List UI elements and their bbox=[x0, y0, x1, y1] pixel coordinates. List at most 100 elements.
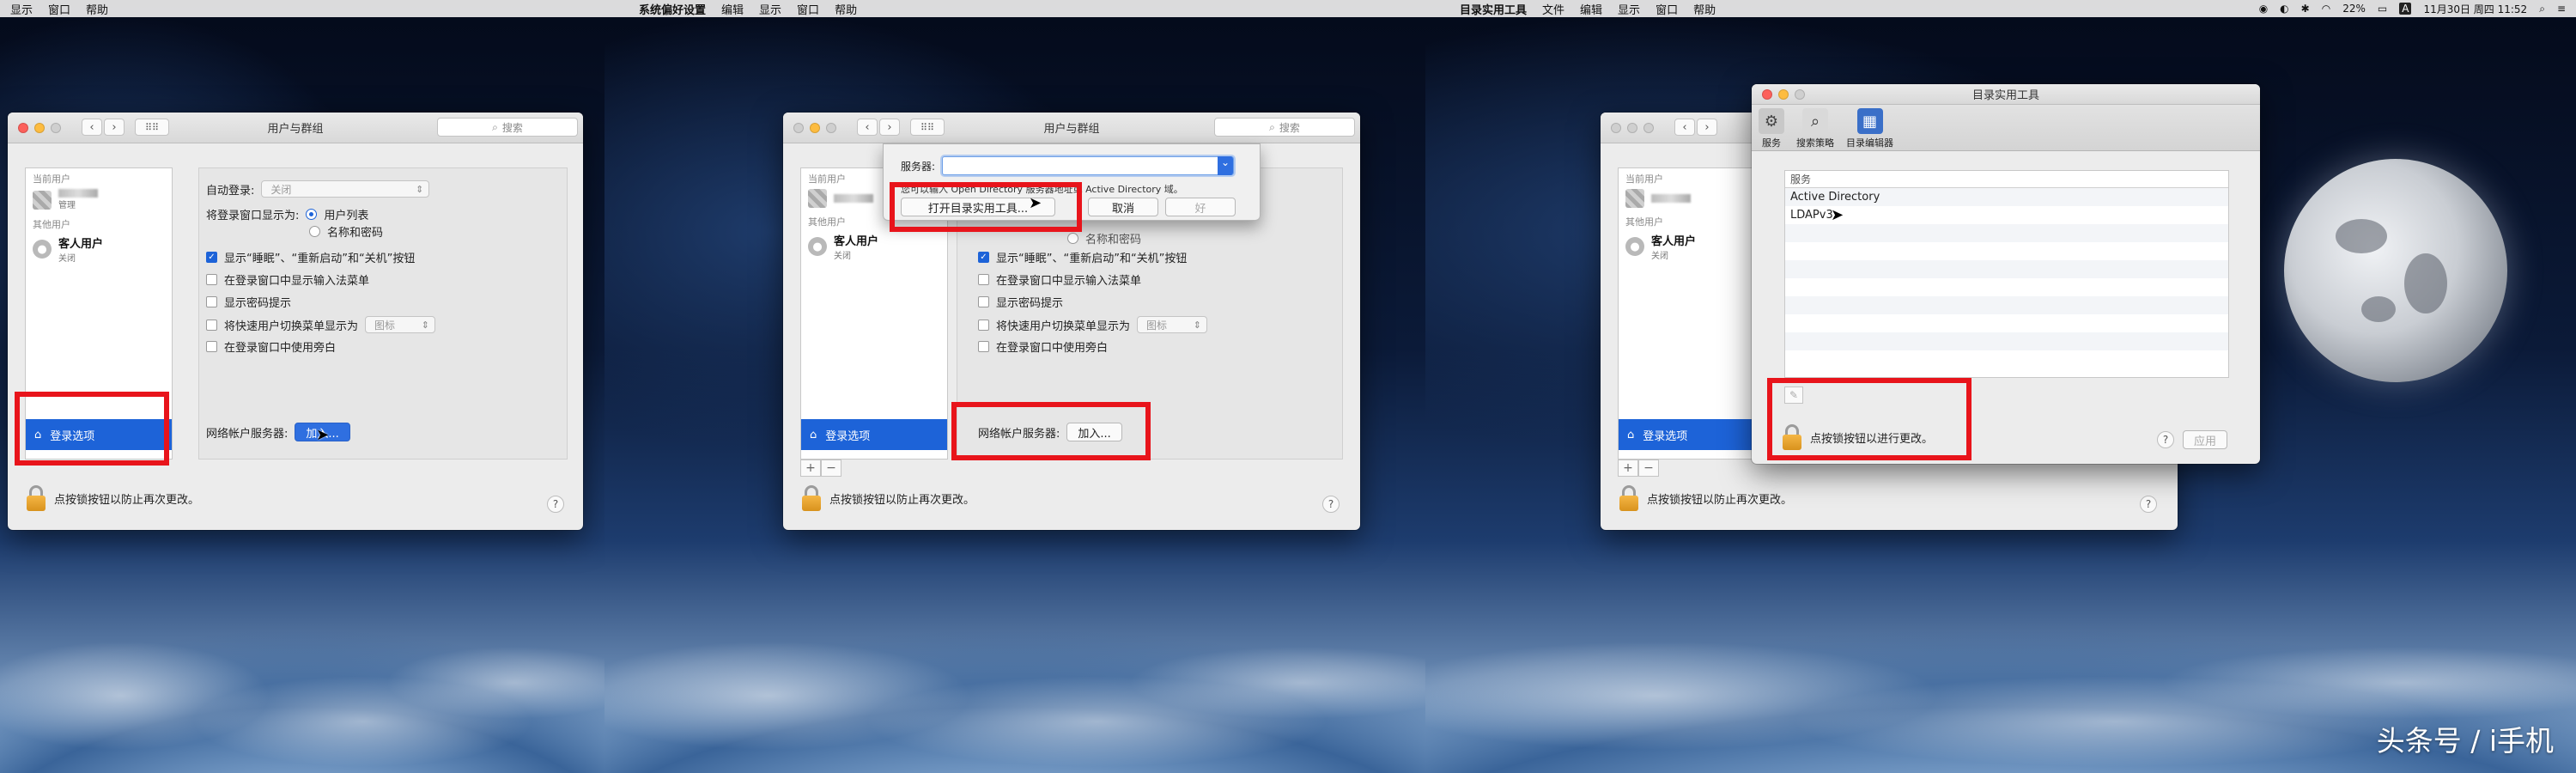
checkbox-password-hint[interactable] bbox=[978, 296, 989, 307]
checkbox-label: 在登录窗口中使用旁白 bbox=[224, 342, 337, 355]
menu-item-app[interactable]: 系统偏好设置 bbox=[639, 1, 706, 17]
radio-user-list[interactable] bbox=[306, 209, 318, 220]
display-as-row-2: 名称和密码 bbox=[309, 223, 383, 240]
checkbox-voiceover[interactable] bbox=[978, 341, 989, 352]
menu-item[interactable]: 编辑 bbox=[721, 1, 744, 17]
radio-name-password-label: 名称和密码 bbox=[327, 227, 384, 240]
guest-status: 关闭 bbox=[834, 252, 851, 261]
add-remove-buttons: + − bbox=[1618, 460, 1659, 477]
help-button[interactable]: ? bbox=[547, 496, 564, 513]
menu-item[interactable]: 窗口 bbox=[797, 1, 819, 17]
help-button[interactable]: ? bbox=[2157, 431, 2174, 448]
zoom-button[interactable] bbox=[1643, 123, 1654, 133]
status-area: ◉ ◐ ✱ ◠ 22% ▭ A 11月30日 周四 11:52 ⌕ ≡ bbox=[2259, 2, 2566, 16]
search-icon[interactable]: ⌕ bbox=[2539, 3, 2545, 15]
login-options-item[interactable]: ⌂ 登录选项 bbox=[801, 419, 947, 450]
forward-button[interactable]: › bbox=[1697, 119, 1717, 136]
checkbox-voiceover[interactable] bbox=[206, 341, 217, 352]
search-policy-tab[interactable]: ⌕ 搜索策略 bbox=[1796, 108, 1834, 149]
services-tab[interactable]: ⚙ 服务 bbox=[1759, 108, 1784, 149]
menu-item[interactable]: 文件 bbox=[1542, 1, 1564, 17]
checkbox-show-buttons[interactable]: ✓ bbox=[978, 252, 989, 263]
earth-clouds bbox=[605, 515, 1425, 773]
current-user-item[interactable]: 管理 bbox=[26, 186, 172, 214]
menu-item[interactable]: 帮助 bbox=[86, 1, 108, 17]
help-button[interactable]: ? bbox=[1322, 496, 1340, 513]
checkbox-label: 在登录窗口中使用旁白 bbox=[996, 342, 1109, 355]
checkbox-password-hint[interactable] bbox=[206, 296, 217, 307]
siri-icon[interactable]: ◐ bbox=[2280, 3, 2288, 15]
back-button[interactable]: ‹ bbox=[1674, 119, 1695, 136]
guest-user-item[interactable]: ● 客人用户 关闭 bbox=[801, 228, 947, 265]
checkbox-fast-user-switch[interactable] bbox=[206, 319, 217, 331]
server-input[interactable] bbox=[942, 156, 1235, 175]
radio-name-password[interactable] bbox=[1067, 233, 1078, 244]
input-source-icon[interactable]: A bbox=[2399, 3, 2412, 15]
user-avatar bbox=[33, 190, 52, 210]
titlebar: ‹ › ⠿⠿ 用户与群组 ⌕ 搜索 bbox=[8, 113, 583, 143]
house-icon: ⌂ bbox=[1627, 428, 1635, 441]
minimize-button[interactable] bbox=[1627, 123, 1637, 133]
menu-item[interactable]: 编辑 bbox=[1580, 1, 1602, 17]
service-row-active-directory[interactable]: Active Directory bbox=[1785, 188, 2228, 206]
search-policy-tab-label: 搜索策略 bbox=[1796, 137, 1834, 149]
record-icon[interactable]: ◉ bbox=[2259, 3, 2268, 15]
menu-item-app[interactable]: 目录实用工具 bbox=[1460, 1, 1527, 17]
lock-icon[interactable] bbox=[27, 485, 46, 511]
menu-item[interactable]: 帮助 bbox=[1693, 1, 1716, 17]
battery-icon: ▭ bbox=[2377, 3, 2388, 15]
panel-2: 系统偏好设置 编辑 显示 窗口 帮助 ‹ › ⠿⠿ 用户与群组 ⌕ 搜索 当前用… bbox=[605, 0, 1425, 773]
remove-user-button[interactable]: − bbox=[821, 460, 841, 477]
lock-icon[interactable] bbox=[802, 485, 821, 511]
menu-item[interactable]: 窗口 bbox=[1656, 1, 1678, 17]
panel-1: 显示 窗口 帮助 ‹ › ⠿⠿ 用户与群组 ⌕ 搜索 当前用户 管理 其他用户 … bbox=[0, 0, 605, 773]
bluetooth-icon[interactable]: ✱ bbox=[2301, 3, 2310, 15]
add-user-button[interactable]: + bbox=[1618, 460, 1638, 477]
menu-list-icon[interactable]: ≡ bbox=[2557, 3, 2566, 15]
menu-item[interactable]: 显示 bbox=[759, 1, 781, 17]
services-list-header: 服务 bbox=[1785, 171, 2228, 188]
lock-icon[interactable] bbox=[1619, 485, 1638, 511]
menu-item[interactable]: 窗口 bbox=[48, 1, 70, 17]
checkbox-show-buttons[interactable]: ✓ bbox=[206, 252, 217, 263]
service-row-ldapv3[interactable]: LDAPv3 bbox=[1785, 206, 2228, 224]
directory-editor-tab[interactable]: ▦ 目录编辑器 bbox=[1846, 108, 1893, 149]
menu-item[interactable]: 显示 bbox=[10, 1, 33, 17]
wifi-icon[interactable]: ◠ bbox=[2322, 3, 2330, 15]
checkbox-label: 将快速用户切换菜单显示为 bbox=[224, 320, 359, 333]
traffic-lights bbox=[1611, 123, 1654, 133]
guest-user-item[interactable]: ● 客人用户 关闭 bbox=[26, 231, 172, 267]
add-user-button[interactable]: + bbox=[800, 460, 821, 477]
directory-editor-tab-label: 目录编辑器 bbox=[1846, 137, 1893, 149]
login-options-item[interactable]: ⌂ 登录选项 bbox=[1619, 419, 1765, 450]
radio-name-password[interactable] bbox=[309, 226, 320, 237]
ok-button[interactable]: 好 bbox=[1165, 198, 1236, 216]
guest-user-item[interactable]: ● 客人用户 关闭 bbox=[1619, 228, 1765, 265]
empty-row bbox=[1785, 350, 2228, 368]
checkbox-input-menu[interactable] bbox=[978, 274, 989, 285]
cancel-button[interactable]: 取消 bbox=[1088, 198, 1158, 216]
guest-avatar-icon: ● bbox=[33, 240, 52, 259]
current-user-item[interactable] bbox=[1619, 186, 1765, 211]
house-icon: ⌂ bbox=[810, 428, 817, 441]
remove-user-button[interactable]: − bbox=[1638, 460, 1659, 477]
check-row-5: 在登录窗口中使用旁白 bbox=[978, 338, 1108, 355]
help-button[interactable]: ? bbox=[2140, 496, 2157, 513]
search-field[interactable]: ⌕ 搜索 bbox=[437, 118, 578, 137]
menu-item[interactable]: 显示 bbox=[1618, 1, 1640, 17]
checkbox-input-menu[interactable] bbox=[206, 274, 217, 285]
battery-percent[interactable]: 22% bbox=[2342, 3, 2366, 15]
fast-switch-popup[interactable]: 图标 bbox=[365, 316, 436, 333]
menu-item[interactable]: 帮助 bbox=[835, 1, 857, 17]
lock-text: 点按锁按钮以防止再次更改。 bbox=[829, 493, 975, 507]
close-button[interactable] bbox=[1611, 123, 1621, 133]
apply-button[interactable]: 应用 bbox=[2183, 430, 2227, 449]
fast-switch-popup[interactable]: 图标 bbox=[1137, 316, 1208, 333]
empty-row bbox=[1785, 296, 2228, 314]
menubar-clock[interactable]: 11月30日 周四 11:52 bbox=[2423, 2, 2527, 16]
checkbox-fast-user-switch[interactable] bbox=[978, 319, 989, 331]
sheet-buttons-right: 取消 好 bbox=[1088, 198, 1236, 216]
auto-login-popup[interactable]: 关闭 bbox=[261, 180, 430, 198]
services-icon: ⚙ bbox=[1759, 108, 1784, 134]
search-field[interactable]: ⌕ 搜索 bbox=[1214, 118, 1355, 137]
